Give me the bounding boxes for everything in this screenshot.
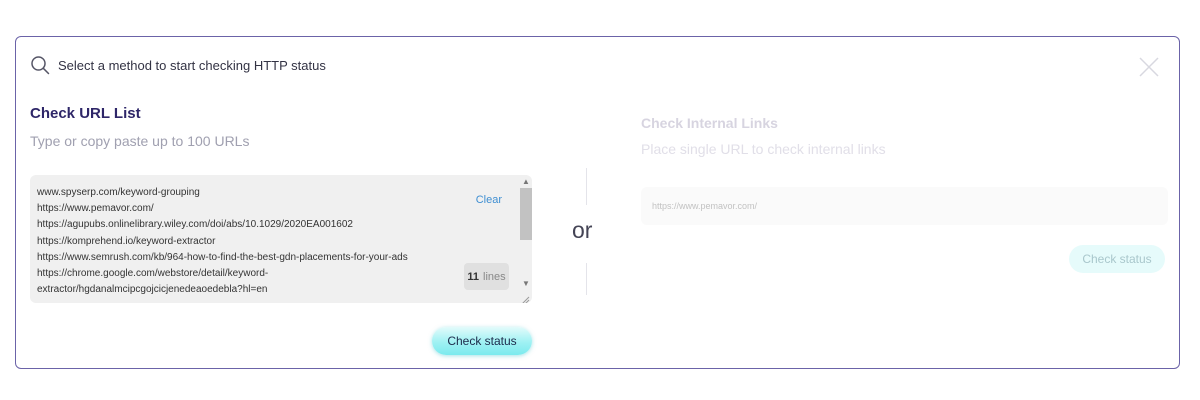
search-prompt: Select a method to start checking HTTP s…: [58, 57, 326, 73]
line-count: 11: [467, 270, 479, 283]
resize-grip-icon[interactable]: [521, 292, 530, 303]
line-count-badge: 11 lines: [464, 263, 509, 290]
url-line: extractor/hgdanalmcipcgojcicjenedeaoedeb…: [37, 284, 268, 296]
or-separator: or: [572, 217, 593, 243]
search-row: Select a method to start checking HTTP s…: [30, 55, 326, 75]
http-status-panel: Select a method to start checking HTTP s…: [15, 36, 1180, 369]
url-line: www.spyserp.com/keyword-grouping: [37, 187, 200, 198]
url-list-subtext: Type or copy paste up to 100 URLs: [30, 133, 250, 149]
url-line: https://chrome.google.com/webstore/detai…: [37, 268, 269, 280]
single-url-input[interactable]: [641, 187, 1168, 225]
close-icon[interactable]: [1137, 55, 1161, 79]
url-line: https://www.semrush.com/kb/964-how-to-fi…: [37, 251, 408, 263]
textarea-scrollbar[interactable]: ▲ ▼: [518, 175, 532, 303]
url-line: https://agupubs.onlinelibrary.wiley.com/…: [37, 219, 353, 231]
divider-bottom: [586, 263, 587, 295]
check-internal-links-button[interactable]: Check status: [1069, 245, 1165, 273]
url-list-textarea[interactable]: www.spyserp.com/keyword-grouping https:/…: [30, 175, 532, 303]
clear-button[interactable]: Clear: [476, 194, 502, 206]
internal-links-heading: Check Internal Links: [641, 115, 778, 131]
url-line: https://komprehend.io/keyword-extractor: [37, 235, 216, 247]
internal-links-subtext: Place single URL to check internal links: [641, 141, 886, 157]
scroll-up-icon[interactable]: ▲: [520, 177, 532, 187]
scroll-thumb[interactable]: [520, 188, 532, 240]
search-icon: [30, 55, 50, 75]
url-list-section: Check URL List Type or copy paste up to …: [30, 105, 532, 303]
divider-top: [586, 168, 587, 205]
check-url-list-button[interactable]: Check status: [432, 327, 532, 355]
url-lines: www.spyserp.com/keyword-grouping https:/…: [37, 185, 477, 298]
url-list-heading: Check URL List: [30, 105, 141, 122]
line-unit: lines: [483, 270, 506, 283]
scroll-down-icon[interactable]: ▼: [520, 279, 532, 289]
url-line: https://www.pemavor.com/: [37, 203, 154, 215]
internal-links-section: Check Internal Links Place single URL to…: [641, 115, 1168, 225]
